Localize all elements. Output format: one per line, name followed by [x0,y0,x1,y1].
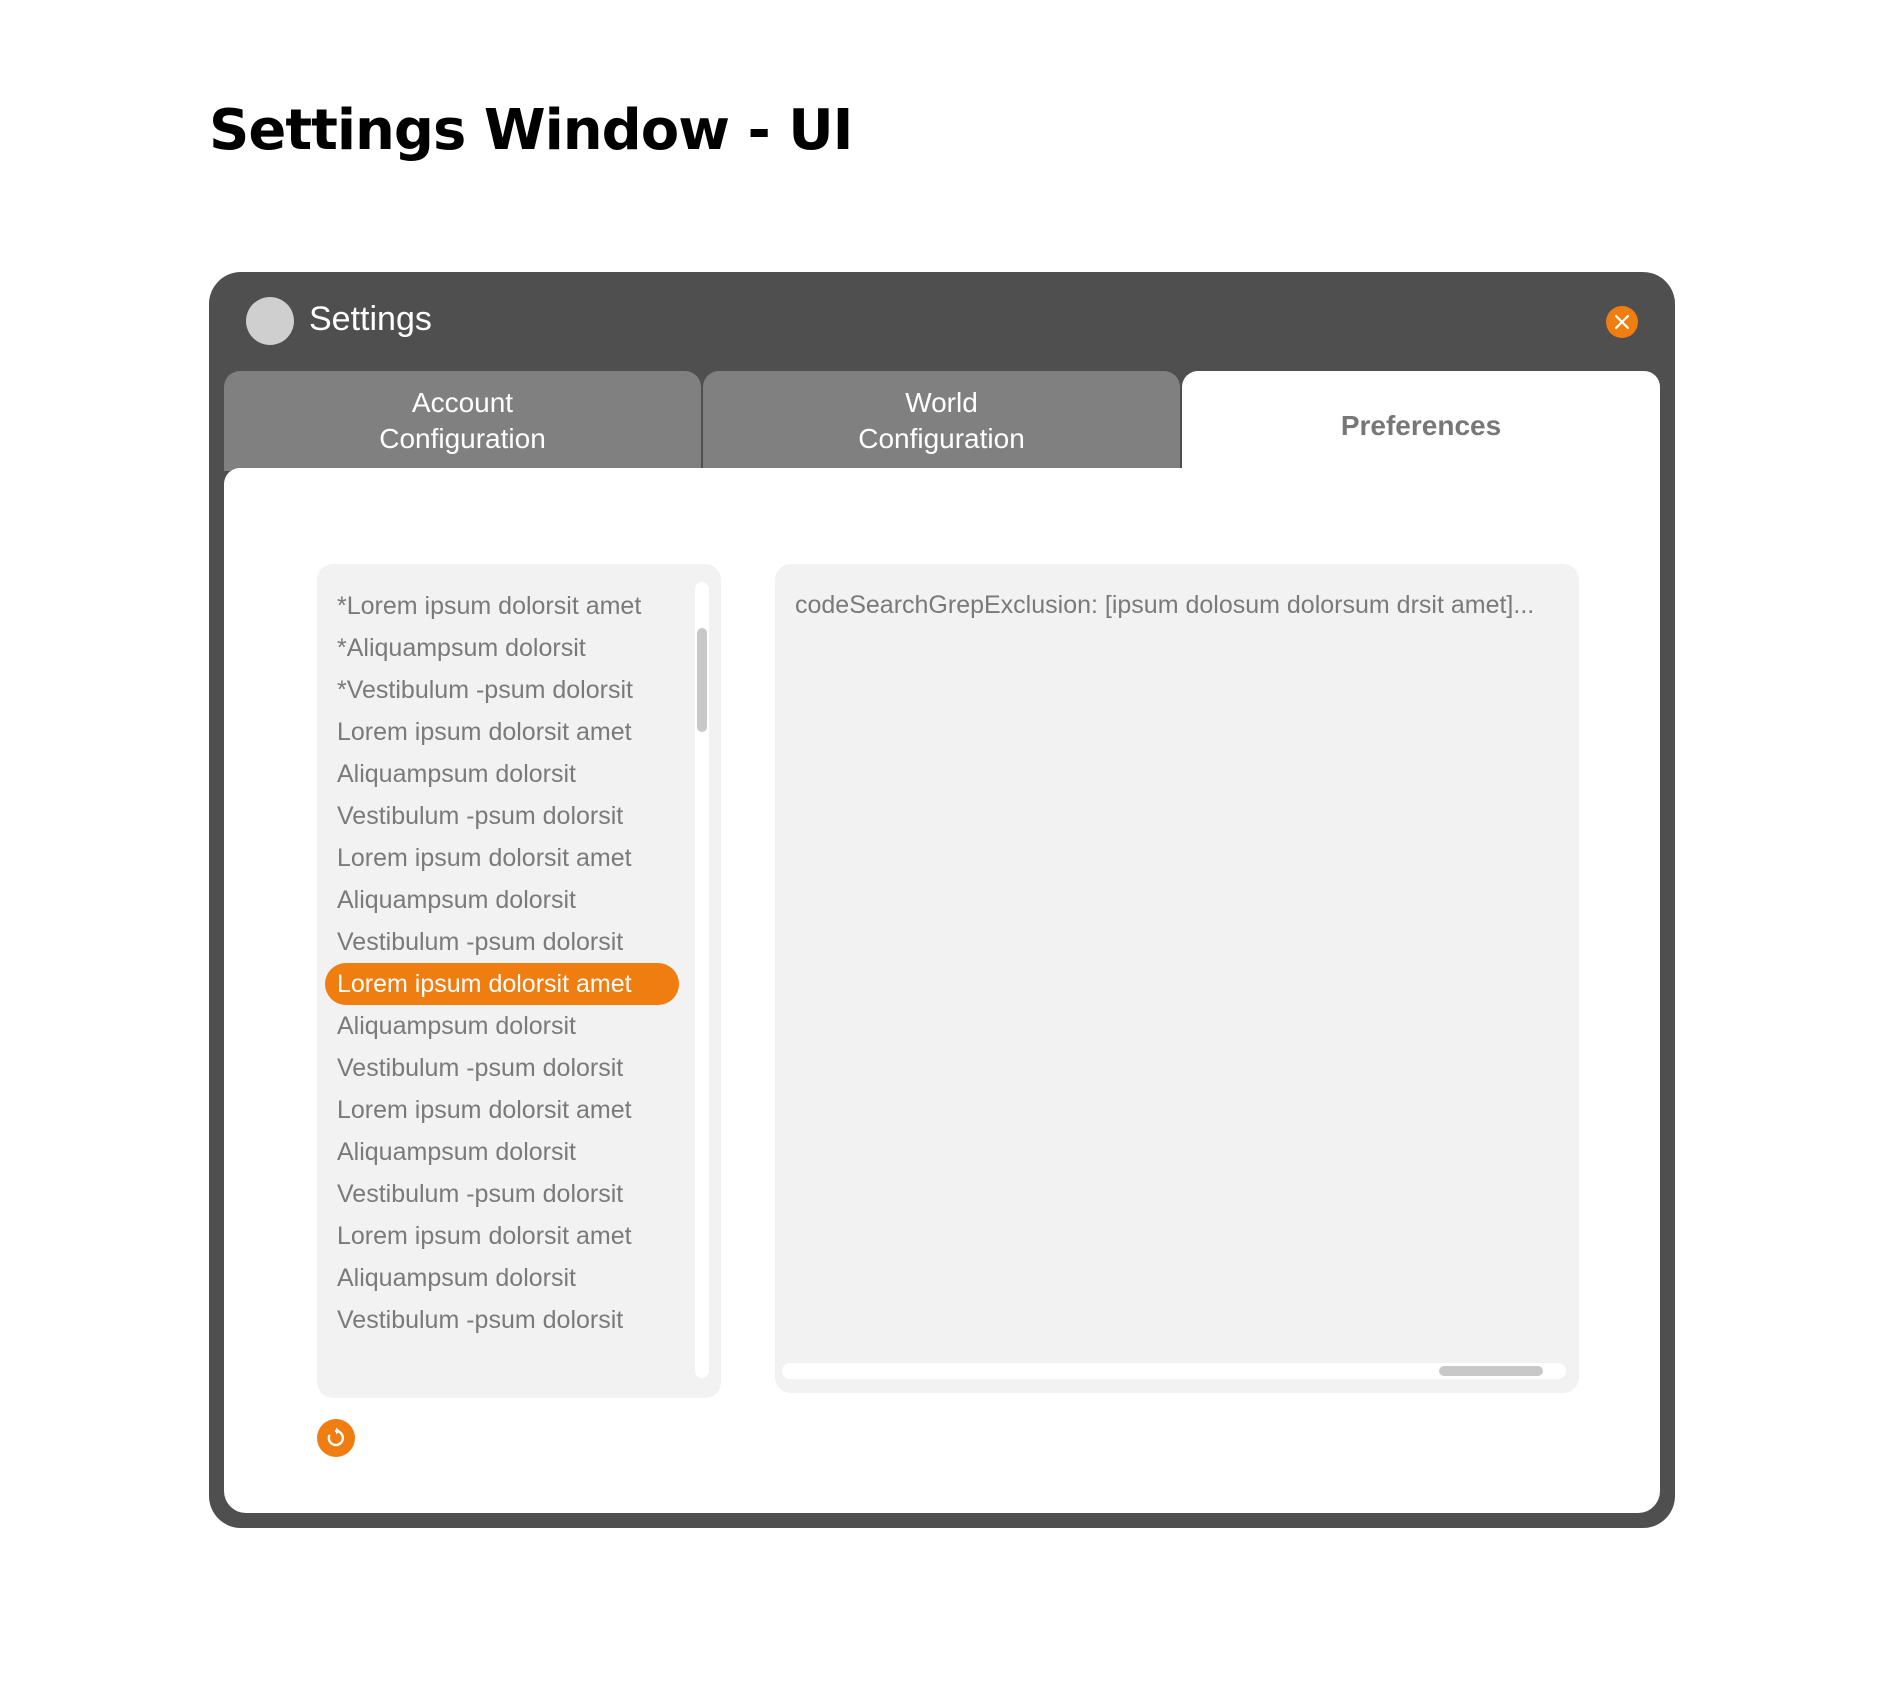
tab-preferences[interactable]: Preferences [1182,371,1660,481]
list-item[interactable]: *Vestibulum -psum dolorsit [325,669,679,711]
list-item[interactable]: Lorem ipsum dolorsit amet [325,711,679,753]
tab-label: World Configuration [858,387,1025,454]
settings-list: *Lorem ipsum dolorsit amet *Aliquampsum d… [325,585,679,1341]
setting-value-text[interactable]: codeSearchGrepExclusion: [ipsum dolosum … [795,584,1534,626]
vertical-scrollbar-thumb[interactable] [697,628,707,732]
list-item[interactable]: Vestibulum -psum dolorsit [325,795,679,837]
list-item[interactable]: Aliquampsum dolorsit [325,1257,679,1299]
list-item[interactable]: Vestibulum -psum dolorsit [325,1173,679,1215]
close-icon [1614,314,1630,330]
list-item[interactable]: Aliquampsum dolorsit [325,1131,679,1173]
list-item[interactable]: Vestibulum -psum dolorsit [325,1047,679,1089]
list-item[interactable]: Aliquampsum dolorsit [325,879,679,921]
list-item[interactable]: Vestibulum -psum dolorsit [325,921,679,963]
list-item[interactable]: Aliquampsum dolorsit [325,753,679,795]
refresh-button[interactable] [317,1419,355,1457]
tab-world-configuration[interactable]: World Configuration [703,371,1180,471]
tab-account-configuration[interactable]: Account Configuration [224,371,701,471]
settings-list-panel: *Lorem ipsum dolorsit amet *Aliquampsum d… [317,564,721,1398]
app-avatar-icon [246,297,294,345]
settings-window: Settings Account Configuration World Con… [209,272,1675,1528]
window-title: Settings [309,300,432,338]
setting-value-editor[interactable]: codeSearchGrepExclusion: [ipsum dolosum … [775,564,1579,1393]
list-item[interactable]: *Lorem ipsum dolorsit amet [325,585,679,627]
page-title: Settings Window - UI [209,98,853,163]
vertical-scrollbar[interactable] [695,582,709,1378]
horizontal-scrollbar[interactable] [782,1363,1566,1379]
refresh-icon [327,1427,345,1447]
tab-label: Account Configuration [379,387,546,454]
list-item[interactable]: Vestibulum -psum dolorsit [325,1299,679,1341]
list-item[interactable]: Lorem ipsum dolorsit amet [325,1089,679,1131]
list-item[interactable]: Aliquampsum dolorsit [325,1005,679,1047]
list-item[interactable]: Lorem ipsum dolorsit amet [325,837,679,879]
list-item[interactable]: *Aliquampsum dolorsit [325,627,679,669]
list-item-selected[interactable]: Lorem ipsum dolorsit amet [325,963,679,1005]
list-item[interactable]: Lorem ipsum dolorsit amet [325,1215,679,1257]
close-button[interactable] [1606,306,1638,338]
horizontal-scrollbar-thumb[interactable] [1439,1366,1543,1376]
tab-label: Preferences [1340,410,1502,441]
tab-content-panel: *Lorem ipsum dolorsit amet *Aliquampsum d… [224,468,1660,1513]
